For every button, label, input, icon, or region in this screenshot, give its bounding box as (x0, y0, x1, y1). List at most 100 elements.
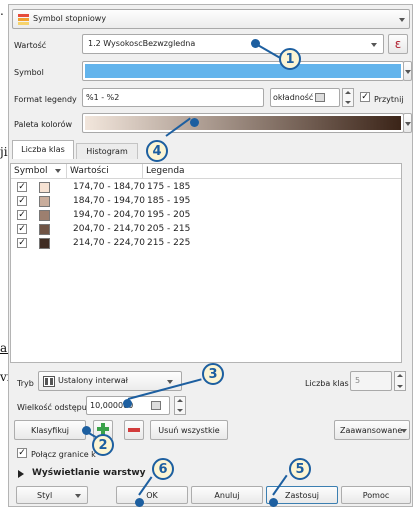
wielkosc-label: Wielkość odstępu (17, 403, 87, 412)
wielkosc-spin-arrows[interactable] (174, 396, 186, 415)
chevron-down-icon (167, 380, 173, 384)
callout-3: 3 (202, 363, 224, 385)
callout-5: 5 (289, 458, 311, 480)
callout-3-anchor (123, 399, 132, 408)
table-row[interactable]: ✓ 214,70 - 224,70 215 - 225 (11, 237, 401, 250)
format-legendy-label: Format legendy (14, 95, 77, 104)
column-header-wartosci[interactable]: Wartości (67, 164, 143, 179)
callout-6: 6 (152, 458, 174, 480)
symbol-color-swatch (85, 64, 401, 78)
ok-button[interactable]: OK (116, 486, 188, 504)
symbol-label: Symbol (14, 68, 44, 77)
tab-histogram[interactable]: Histogram (76, 143, 138, 159)
callout-4: 4 (146, 140, 168, 162)
pomoc-button[interactable]: Pomoc (341, 486, 411, 504)
clear-icon[interactable] (151, 401, 161, 410)
graduated-symbol-icon (18, 14, 29, 25)
column-header-symbol-label: Symbol (14, 166, 48, 176)
minus-icon (128, 426, 140, 435)
renderer-combo-value: Symbol stopniowy (33, 14, 107, 23)
anuluj-button[interactable]: Anuluj (191, 486, 263, 504)
callout-4-anchor (190, 118, 199, 127)
callout-5-anchor (269, 498, 278, 507)
class-legend[interactable]: 215 - 225 (147, 237, 190, 250)
sort-indicator-icon (55, 169, 61, 173)
table-row[interactable]: ✓ 194,70 - 204,70 195 - 205 (11, 209, 401, 222)
zaawansowane-label: Zaawansowane (340, 425, 403, 435)
class-legend[interactable]: 185 - 195 (147, 195, 190, 208)
background-text-top: . (0, 4, 4, 18)
color-ramp-button[interactable] (82, 113, 404, 133)
class-legend[interactable]: 205 - 215 (147, 223, 190, 236)
callout-2: 2 (92, 434, 114, 456)
wartosc-field[interactable]: 1.2 WysokoscBezwzgledna (82, 34, 384, 54)
clear-icon[interactable] (315, 93, 325, 102)
styl-button[interactable]: Styl (16, 486, 88, 504)
callout-6-anchor (135, 498, 144, 507)
class-visibility-checkbox[interactable]: ✓ (17, 210, 27, 220)
liczba-klas-spin-arrows (394, 371, 406, 391)
tryb-label: Tryb (17, 379, 34, 388)
class-color-swatch[interactable] (39, 238, 50, 249)
column-header-symbol[interactable]: Symbol (11, 164, 67, 179)
polacz-granice-checkbox[interactable]: ✓ (17, 448, 27, 458)
expand-arrow-icon[interactable] (18, 470, 24, 478)
class-visibility-checkbox[interactable]: ✓ (17, 196, 27, 206)
classes-table[interactable]: Symbol Wartości Legenda ✓ 174,70 - 184,70… (10, 163, 402, 363)
liczba-klas-value: 5 (355, 376, 361, 385)
trim-label: Przytnij (374, 95, 404, 104)
background-text-mid: ji (0, 145, 8, 159)
interval-mode-icon (43, 376, 55, 387)
column-header-legenda[interactable]: Legenda (143, 164, 401, 179)
paleta-label: Paleta kolorów (14, 120, 73, 129)
liczba-klas-label: Liczba klas (305, 379, 349, 388)
remove-class-button[interactable] (124, 420, 144, 440)
renderer-combo[interactable]: Symbol stopniowy (12, 9, 410, 29)
color-ramp-dropdown-button[interactable] (403, 113, 412, 133)
liczba-klas-spinbox: 5 (350, 371, 392, 391)
tab-liczba-klas[interactable]: Liczba klas (12, 140, 74, 159)
chevron-down-icon (75, 494, 81, 498)
usun-wszystkie-button[interactable]: Usuń wszystkie (150, 420, 228, 440)
class-visibility-checkbox[interactable]: ✓ (17, 182, 27, 192)
chevron-down-icon (371, 43, 377, 47)
symbol-dropdown-button[interactable] (403, 61, 412, 81)
class-values[interactable]: 214,70 - 224,70 (73, 237, 145, 250)
zaawansowane-button[interactable]: Zaawansowane (334, 420, 410, 440)
table-row[interactable]: ✓ 174,70 - 184,70 175 - 185 (11, 181, 401, 194)
expression-button[interactable]: ε (388, 34, 408, 54)
wartosc-value: 1.2 WysokoscBezwzgledna (88, 39, 196, 48)
chevron-down-icon (401, 429, 407, 433)
class-values[interactable]: 174,70 - 184,70 (73, 181, 145, 194)
chevron-down-icon (405, 122, 411, 126)
precision-spin-arrows[interactable] (342, 88, 354, 107)
class-visibility-checkbox[interactable]: ✓ (17, 238, 27, 248)
precision-spinbox[interactable]: okładność ( (270, 88, 340, 107)
tryb-combo[interactable]: Ustalony interwał (38, 371, 182, 391)
chevron-down-icon (405, 70, 411, 74)
table-row[interactable]: ✓ 184,70 - 194,70 185 - 195 (11, 195, 401, 208)
class-legend[interactable]: 195 - 205 (147, 209, 190, 222)
class-color-swatch[interactable] (39, 210, 50, 221)
class-values[interactable]: 204,70 - 214,70 (73, 223, 145, 236)
precision-label: okładność ( (273, 93, 319, 102)
class-values[interactable]: 184,70 - 194,70 (73, 195, 145, 208)
color-ramp-preview (85, 116, 401, 130)
class-color-swatch[interactable] (39, 196, 50, 207)
class-color-swatch[interactable] (39, 224, 50, 235)
wyswietlanie-warstwy-section[interactable]: Wyświetlanie warstwy (32, 468, 146, 478)
table-row[interactable]: ✓ 204,70 - 214,70 205 - 215 (11, 223, 401, 236)
trim-checkbox[interactable]: ✓ (360, 92, 370, 102)
chevron-down-icon (399, 18, 405, 22)
class-values[interactable]: 194,70 - 204,70 (73, 209, 145, 222)
class-legend[interactable]: 175 - 185 (147, 181, 190, 194)
styl-label: Styl (37, 490, 53, 500)
wartosc-label: Wartość (14, 41, 47, 50)
tryb-value: Ustalony interwał (58, 376, 128, 385)
klasyfikuj-button[interactable]: Klasyfikuj (14, 420, 86, 440)
polacz-granice-label: Połącz granice k (31, 450, 96, 459)
symbol-button[interactable] (82, 61, 404, 81)
class-visibility-checkbox[interactable]: ✓ (17, 224, 27, 234)
format-legendy-input[interactable]: %1 - %2 (82, 88, 264, 107)
class-color-swatch[interactable] (39, 182, 50, 193)
